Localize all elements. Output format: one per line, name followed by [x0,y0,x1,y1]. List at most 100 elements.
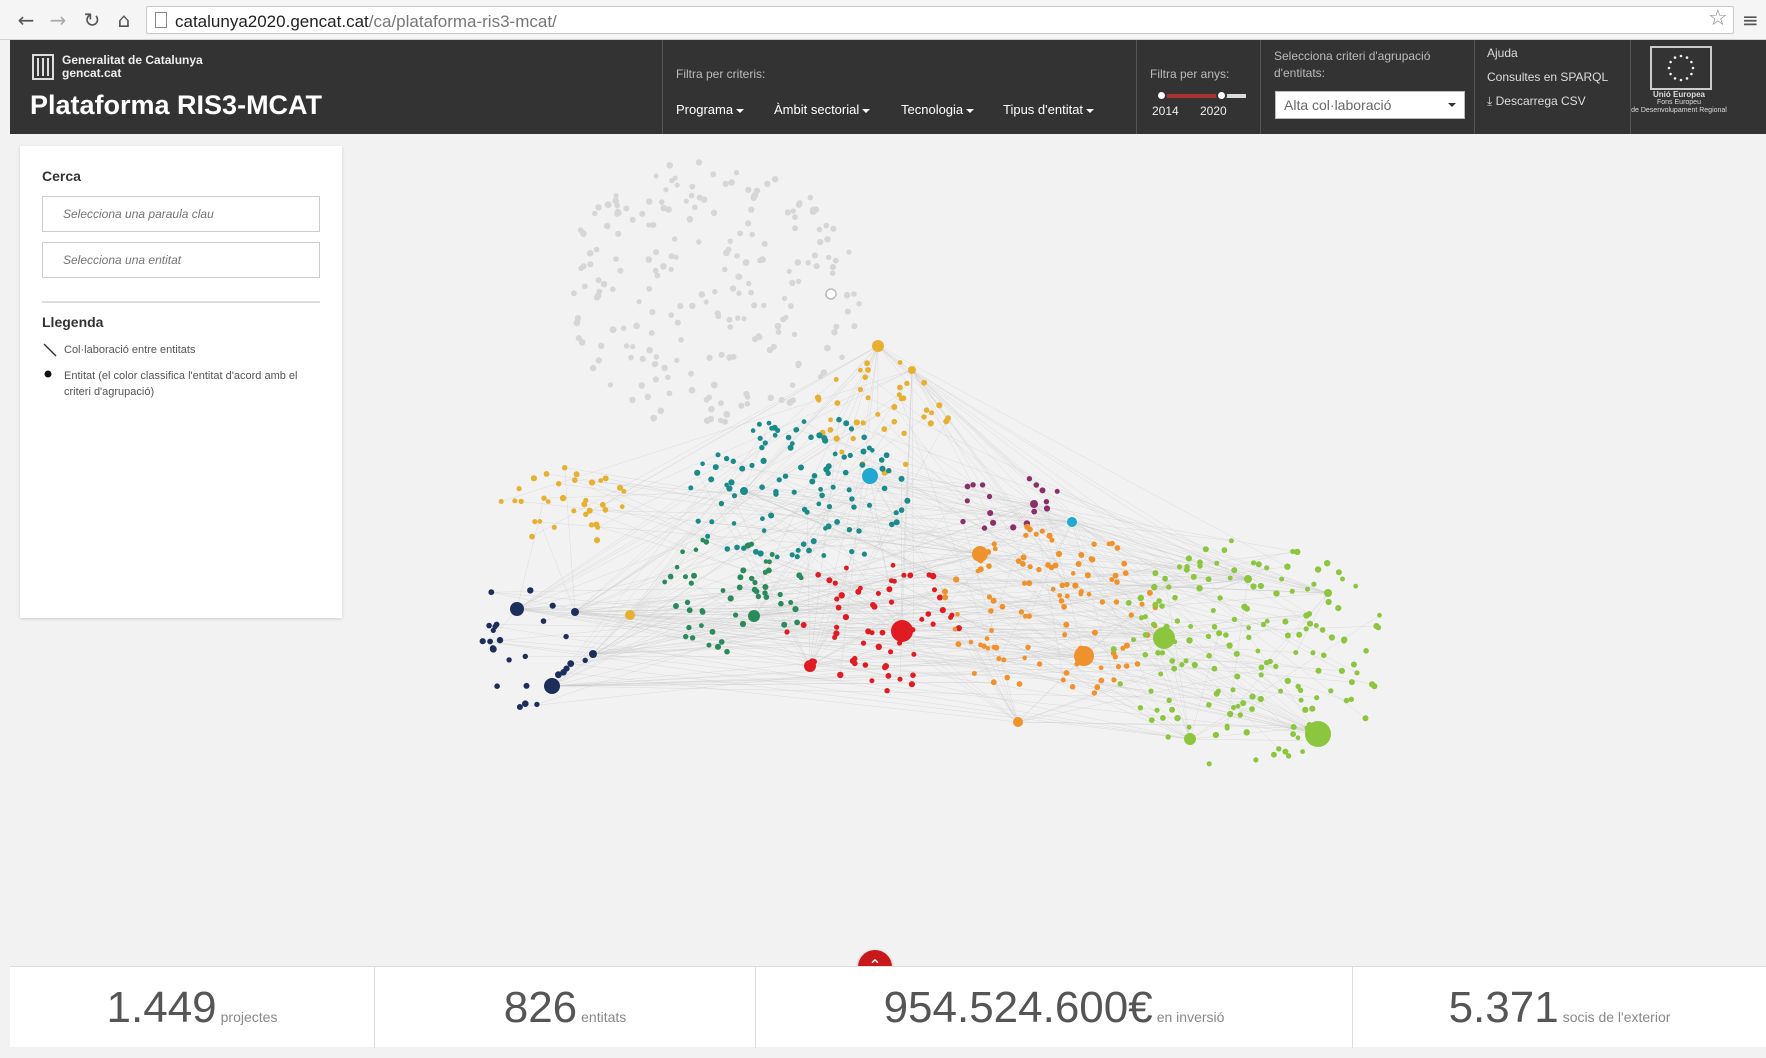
entity-node-orange[interactable] [1037,661,1042,666]
entity-node-gold[interactable] [875,412,880,417]
entity-node-orange[interactable] [942,594,948,600]
entity-node-grey[interactable] [741,316,746,321]
entity-node-lime[interactable] [1227,711,1233,717]
entity-node-grey[interactable] [649,309,655,315]
entity-node-teal[interactable] [757,422,762,427]
entity-node-grey[interactable] [833,258,839,264]
entity-node-teal[interactable] [894,510,899,515]
entity-node-teal[interactable] [843,420,849,426]
entity-node-grey[interactable] [821,369,827,375]
entity-node-grey[interactable] [639,382,646,389]
entity-node-navy[interactable] [506,657,511,662]
entity-node-grey[interactable] [576,335,582,341]
entity-node-grey[interactable] [712,289,717,294]
entity-node-grey[interactable] [728,239,733,244]
entity-node-purple[interactable] [980,482,985,487]
entity-node-teal[interactable] [783,474,788,479]
entity-node-lime[interactable] [1290,731,1296,737]
help-link[interactable]: Ajuda [1487,46,1518,60]
entity-node-lime[interactable] [1316,668,1322,674]
entity-node-grey[interactable] [655,273,661,279]
entity-node-navy[interactable] [480,638,486,644]
entity-node-gold[interactable] [541,496,546,501]
entity-node-orange[interactable] [996,656,1001,661]
entity-node-orange[interactable] [978,643,983,648]
entity-node-purple[interactable] [960,519,965,524]
entity-node-lime[interactable] [1249,706,1255,712]
entity-node-lime[interactable] [1314,695,1319,700]
entity-node-orange[interactable] [1094,684,1100,690]
entity-node-green-dark[interactable] [737,574,743,580]
entity-node-purple[interactable] [987,510,993,516]
entity-node-lime[interactable] [1160,650,1165,655]
entity-node-teal[interactable] [886,468,891,473]
entity-node-lime[interactable] [1186,555,1192,561]
entity-node-grey[interactable] [817,239,823,245]
entity-node-orange[interactable] [1040,529,1045,534]
entity-node-grey[interactable] [762,241,768,247]
entity-node-grey[interactable] [654,354,660,360]
entity-node-lime[interactable] [1184,658,1189,663]
entity-node-green-dark[interactable] [724,649,730,655]
entity-node-gold[interactable] [519,499,524,504]
entity-node-grey[interactable] [788,303,794,309]
entity-node-gold[interactable] [589,479,595,485]
entity-node-teal[interactable] [806,548,812,554]
entity-node-teal[interactable] [793,427,798,432]
entity-node-grey[interactable] [653,361,658,366]
entity-node-gold[interactable] [866,395,871,400]
entity-node-orange[interactable] [1022,581,1027,586]
entity-node-lime[interactable] [1335,605,1341,611]
entity-node-grey[interactable] [783,315,788,320]
entity-node-gold[interactable] [562,465,567,470]
entity-node-lime[interactable] [1151,622,1157,628]
entity-node-red[interactable] [861,641,866,646]
entity-node-teal[interactable] [798,465,804,471]
entity-node-orange[interactable] [942,589,948,595]
entity-node-grey[interactable] [727,324,733,330]
entity-node-orange[interactable] [1036,567,1041,572]
entity-node-selected[interactable] [826,289,836,299]
entity-node-green-dark[interactable] [680,549,685,554]
entity-node-gold[interactable] [901,395,907,401]
entity-node-green-dark[interactable] [740,567,746,573]
entity-node-grey[interactable] [699,291,706,298]
entity-node-lime[interactable] [1324,560,1330,566]
entity-node-lime[interactable] [1228,576,1233,581]
entity-node-lime[interactable] [1213,732,1219,738]
entity-node-lime[interactable] [1363,715,1369,721]
entity-node-orange[interactable] [1079,589,1084,594]
entity-node-grey[interactable] [830,264,836,270]
entity-node-orange[interactable] [1000,604,1006,610]
entity-node-teal[interactable] [861,435,867,441]
entity-node-grey[interactable] [646,347,653,354]
entity-node-lime[interactable] [1296,684,1301,689]
entity-node-orange[interactable] [953,576,959,582]
entity-node-lime[interactable] [1197,559,1203,565]
entity-node-grey[interactable] [723,181,729,187]
entity-node-red[interactable] [940,607,946,613]
entity-node-orange[interactable] [1022,656,1027,661]
entity-node-grey[interactable] [658,408,665,415]
entity-node-lime[interactable] [1321,653,1327,659]
entity-node-grey[interactable] [731,354,737,360]
entity-node-orange[interactable] [993,546,998,551]
entity-node-gold[interactable] [861,420,866,425]
entity-node-teal[interactable] [836,417,842,423]
entity-node-gold[interactable] [625,610,635,620]
entity-node-teal[interactable] [842,454,847,459]
entity-node-lime[interactable] [1159,603,1165,609]
entity-node-lime[interactable] [1196,585,1202,591]
entity-node-orange[interactable] [987,594,992,599]
entity-node-grey[interactable] [661,205,668,212]
entity-node-gold[interactable] [881,426,887,432]
entity-node-purple[interactable] [1040,487,1046,493]
entity-node-grey[interactable] [646,256,653,263]
entity-node-lime[interactable] [1315,566,1321,572]
entity-node-grey[interactable] [578,227,584,233]
entity-node-gold[interactable] [574,471,580,477]
entity-node-teal[interactable] [861,449,867,455]
entity-node-lime[interactable] [1278,689,1283,694]
entity-node-gold[interactable] [854,419,860,425]
entity-node-grey[interactable] [654,173,659,178]
